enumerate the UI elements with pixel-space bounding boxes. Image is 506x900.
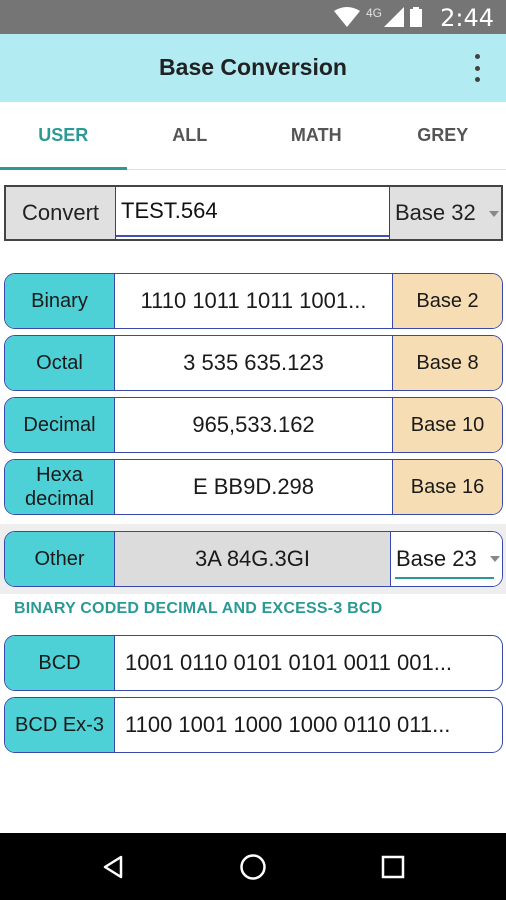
bcd-ex3-label: BCD Ex-3: [5, 698, 115, 752]
app-bar: Base Conversion: [0, 34, 506, 102]
app-title: Base Conversion: [159, 54, 347, 80]
network-type-label: 4G: [365, 6, 382, 20]
recents-icon[interactable]: [376, 850, 410, 884]
other-label: Other: [5, 532, 115, 586]
hexadecimal-label-line2: decimal: [25, 488, 94, 510]
navigation-bar: [0, 833, 506, 900]
octal-base: Base 8: [392, 336, 502, 390]
cellular-signal-icon: [384, 7, 404, 27]
bcd-section-heading: BINARY CODED DECIMAL AND EXCESS-3 BCD: [14, 600, 383, 617]
bcd-ex3-row: BCD Ex-3 1100 1001 1000 1000 0110 011...: [4, 697, 503, 753]
dropdown-caret-icon: [489, 211, 499, 217]
other-base-value: Base 23: [396, 546, 477, 571]
binary-row: Binary 1110 1011 1011 1001... Base 2: [4, 273, 503, 329]
tab-grey[interactable]: GREY: [380, 102, 506, 169]
dropdown-caret-icon: [490, 556, 500, 562]
convert-base-select[interactable]: Base 32: [389, 187, 501, 239]
hexadecimal-value[interactable]: E BB9D.298: [115, 460, 392, 514]
decimal-base: Base 10: [392, 398, 502, 452]
other-value[interactable]: 3A 84G.3GI: [115, 532, 390, 586]
hexadecimal-label-line1: Hexa: [36, 464, 83, 486]
other-row: Other 3A 84G.3GI Base 23: [4, 531, 503, 587]
hexadecimal-label: Hexa decimal: [5, 460, 115, 514]
home-icon[interactable]: [236, 850, 270, 884]
battery-icon: [410, 7, 422, 27]
tab-math[interactable]: MATH: [253, 102, 380, 169]
decimal-row: Decimal 965,533.162 Base 10: [4, 397, 503, 453]
tab-bar: USER ALL MATH GREY: [0, 102, 506, 170]
bcd-value[interactable]: 1001 0110 0101 0101 0011 001...: [115, 636, 502, 690]
octal-label: Octal: [5, 336, 115, 390]
other-base-underline: [395, 577, 494, 579]
bcd-row: BCD 1001 0110 0101 0101 0011 001...: [4, 635, 503, 691]
tab-user[interactable]: USER: [0, 102, 127, 170]
other-base-select[interactable]: Base 23: [390, 532, 502, 586]
convert-base-value: Base 32: [395, 200, 476, 225]
bcd-ex3-value[interactable]: 1100 1001 1000 1000 0110 011...: [115, 698, 502, 752]
decimal-value[interactable]: 965,533.162: [115, 398, 392, 452]
overflow-menu-icon[interactable]: [472, 54, 482, 82]
hexadecimal-row: Hexa decimal E BB9D.298 Base 16: [4, 459, 503, 515]
bcd-label: BCD: [5, 636, 115, 690]
binary-value[interactable]: 1110 1011 1011 1001...: [115, 274, 392, 328]
decimal-label: Decimal: [5, 398, 115, 452]
octal-value[interactable]: 3 535 635.123: [115, 336, 392, 390]
hexadecimal-base: Base 16: [392, 460, 502, 514]
wifi-icon: [333, 7, 360, 27]
octal-row: Octal 3 535 635.123 Base 8: [4, 335, 503, 391]
binary-base: Base 2: [392, 274, 502, 328]
status-bar: 4G 2:44: [0, 0, 506, 34]
status-icons: 4G: [333, 6, 422, 28]
tab-all[interactable]: ALL: [127, 102, 254, 169]
back-icon[interactable]: [96, 850, 130, 884]
convert-row: Convert TEST.564 Base 32: [4, 185, 503, 241]
convert-input[interactable]: TEST.564: [116, 187, 389, 237]
status-time: 2:44: [440, 4, 494, 32]
convert-label: Convert: [6, 187, 116, 239]
binary-label: Binary: [5, 274, 115, 328]
